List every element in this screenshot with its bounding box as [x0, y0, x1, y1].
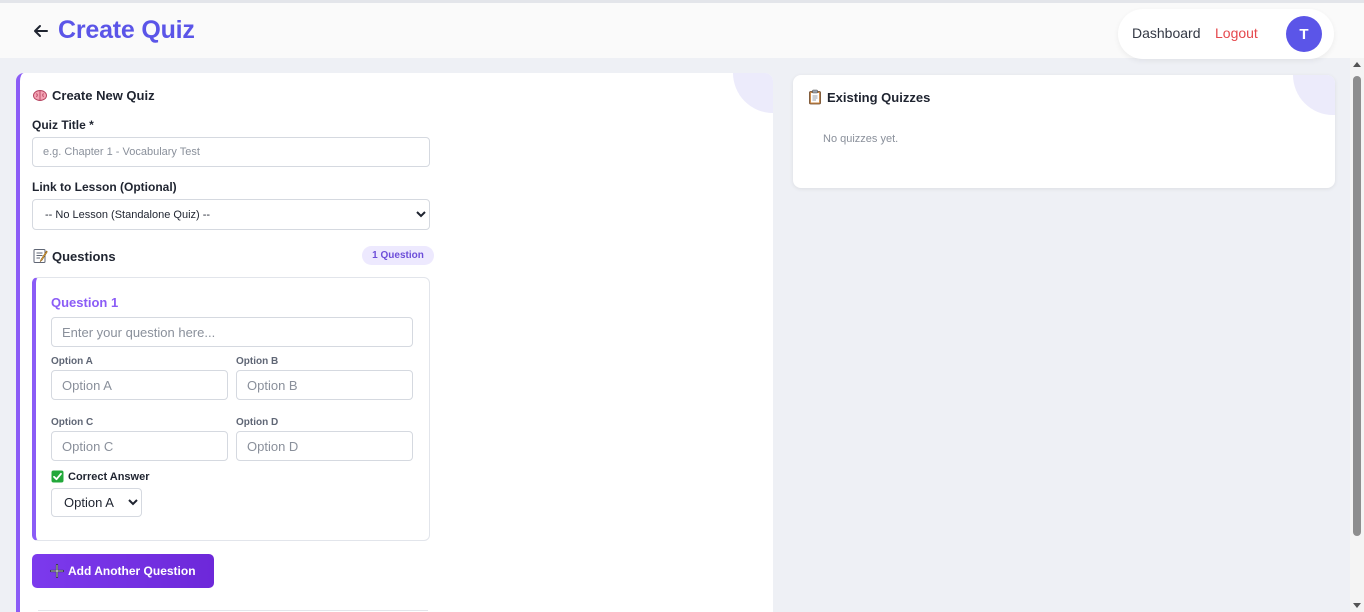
add-question-button[interactable]: Add Another Question — [32, 554, 214, 588]
option-b-label: Option B — [236, 356, 279, 367]
logout-link[interactable]: Logout — [1215, 25, 1258, 41]
divider — [38, 610, 428, 611]
lesson-select[interactable]: -- No Lesson (Standalone Quiz) -- — [32, 199, 430, 230]
check-mark-icon — [51, 470, 64, 483]
option-a-input[interactable] — [51, 370, 228, 400]
add-question-label: Add Another Question — [68, 564, 196, 578]
page-scrollbar[interactable] — [1350, 58, 1364, 612]
create-quiz-heading: Create New Quiz — [32, 87, 155, 103]
scroll-down-arrow-icon[interactable] — [1353, 603, 1361, 608]
question-card: Question 1 Option A Option B Option C Op… — [32, 277, 430, 541]
correct-answer-heading: Correct Answer — [51, 470, 150, 483]
corner-decoration — [1293, 75, 1335, 115]
option-a-label: Option A — [51, 356, 93, 367]
brain-icon — [33, 90, 47, 101]
page-title: Create Quiz — [58, 16, 195, 44]
back-arrow-icon[interactable] — [32, 22, 50, 40]
questions-title: Questions — [52, 248, 116, 264]
quiz-title-label: Quiz Title * — [32, 118, 94, 132]
question-input[interactable] — [51, 317, 413, 347]
existing-quizzes-title: Existing Quizzes — [827, 89, 931, 105]
lesson-label: Link to Lesson (Optional) — [32, 180, 177, 194]
user-nav: Dashboard Logout T — [1118, 9, 1334, 59]
questions-heading: Questions — [32, 248, 116, 264]
avatar[interactable]: T — [1286, 16, 1322, 52]
dashboard-link[interactable]: Dashboard — [1132, 25, 1201, 41]
quiz-title-input[interactable] — [32, 137, 430, 167]
memo-icon — [33, 249, 48, 263]
empty-state-text: No quizzes yet. — [823, 133, 899, 145]
option-c-input[interactable] — [51, 431, 228, 461]
create-quiz-title: Create New Quiz — [52, 87, 155, 103]
scroll-thumb[interactable] — [1353, 76, 1361, 536]
correct-answer-select[interactable]: Option A — [51, 488, 142, 517]
option-d-input[interactable] — [236, 431, 413, 461]
question-count-badge: 1 Question — [362, 246, 434, 265]
question-title: Question 1 — [51, 295, 119, 310]
option-b-input[interactable] — [236, 370, 413, 400]
correct-answer-label: Correct Answer — [68, 470, 150, 483]
option-c-label: Option C — [51, 417, 94, 428]
corner-decoration — [733, 73, 773, 113]
option-d-label: Option D — [236, 417, 279, 428]
clipboard-icon — [809, 89, 821, 105]
plus-icon — [50, 564, 64, 578]
header: Create Quiz Dashboard Logout T — [0, 3, 1364, 59]
create-quiz-panel: Create New Quiz Quiz Title * Link to Les… — [16, 73, 773, 612]
scroll-up-arrow-icon[interactable] — [1353, 62, 1361, 67]
existing-quizzes-heading: Existing Quizzes — [807, 89, 930, 105]
existing-quizzes-panel: Existing Quizzes No quizzes yet. — [793, 75, 1335, 188]
